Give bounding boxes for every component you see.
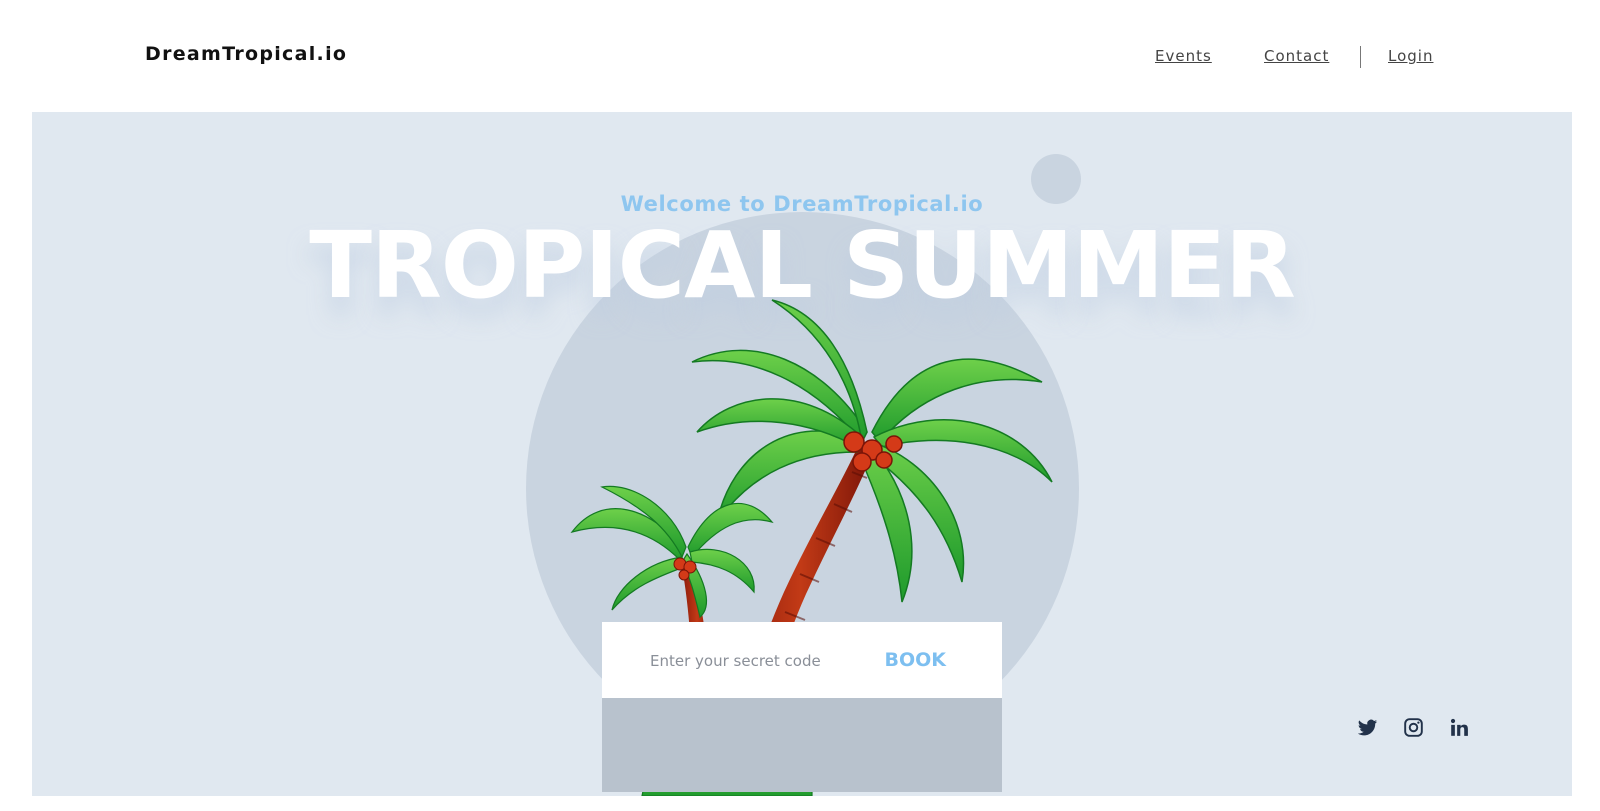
instagram-link[interactable] <box>1403 717 1424 738</box>
nav-link-login[interactable]: Login <box>1388 47 1433 69</box>
linkedin-link[interactable] <box>1449 717 1470 738</box>
nav-link-events[interactable]: Events <box>1155 47 1212 69</box>
book-button[interactable]: BOOK <box>878 643 952 677</box>
landing-page: DreamTropical.io Events Contact Login We… <box>0 0 1600 811</box>
nav-divider <box>1360 46 1361 68</box>
hero-section: Welcome to DreamTropical.io TROPICAL SUM… <box>32 112 1572 796</box>
instagram-icon <box>1404 718 1423 737</box>
twitter-icon <box>1357 719 1378 736</box>
secret-code-input[interactable] <box>648 645 872 677</box>
booking-form: BOOK <box>602 622 1002 698</box>
nav-link-contact[interactable]: Contact <box>1264 47 1329 69</box>
linkedin-icon <box>1450 718 1468 736</box>
booking-shadow <box>602 697 1002 792</box>
social-links <box>1357 717 1470 738</box>
brand-logo[interactable]: DreamTropical.io <box>145 43 347 65</box>
twitter-link[interactable] <box>1357 717 1378 738</box>
